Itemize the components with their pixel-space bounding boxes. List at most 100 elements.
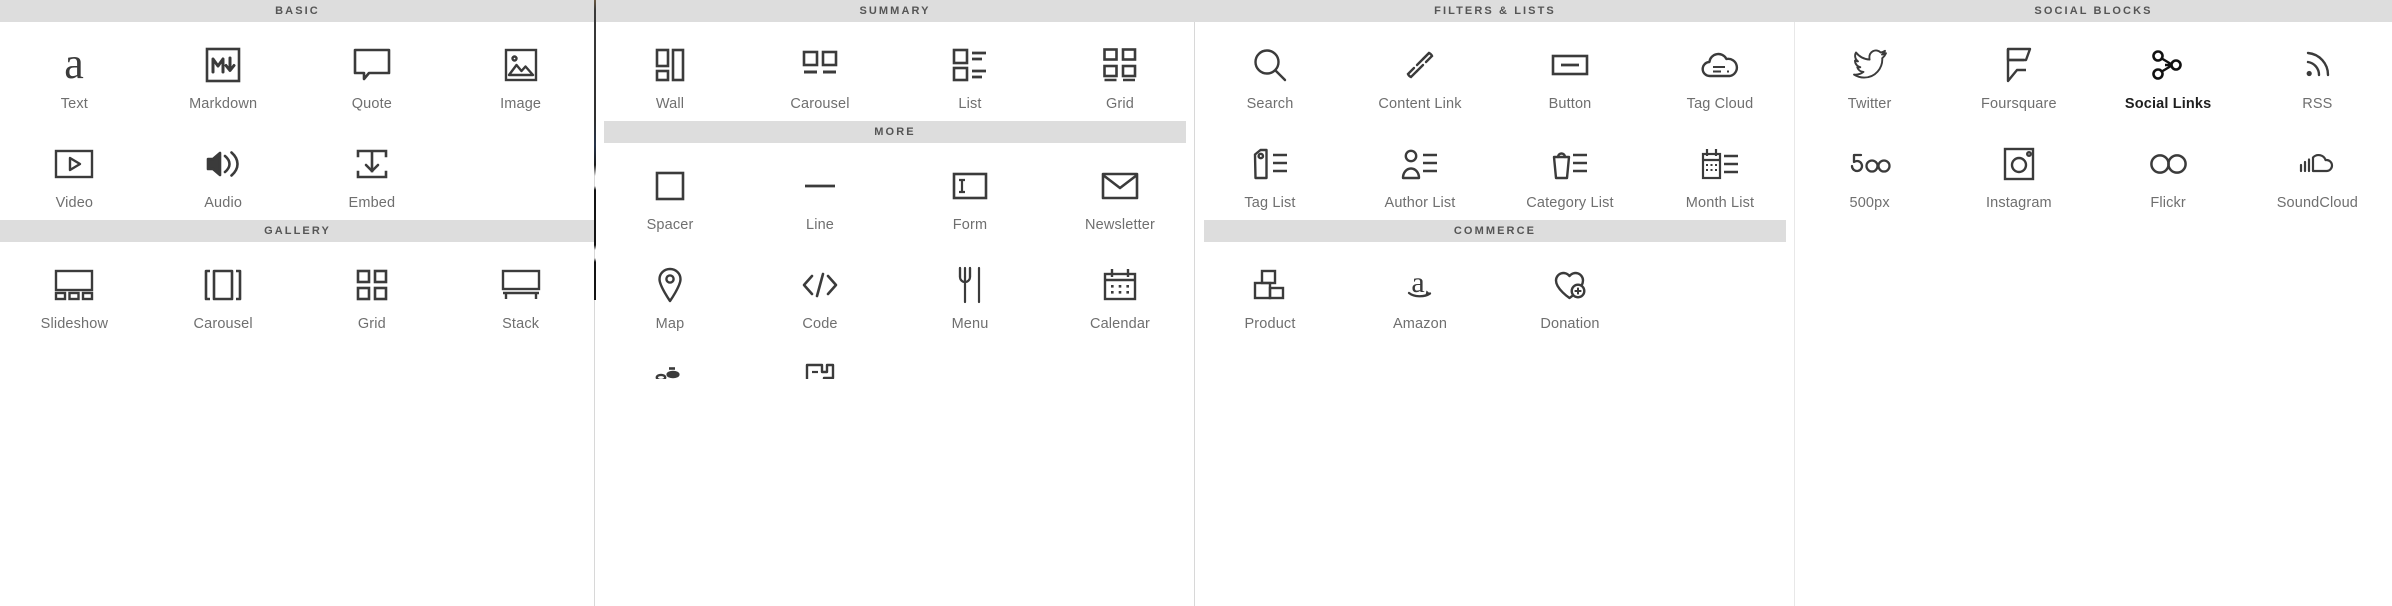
block-content-link[interactable]: Content Link bbox=[1345, 22, 1495, 121]
block-month-list[interactable]: Month List bbox=[1645, 121, 1795, 220]
block-label: Amazon bbox=[1392, 316, 1448, 332]
block-500px[interactable]: 500px bbox=[1795, 121, 1944, 220]
chart-bar-icon bbox=[790, 355, 850, 379]
block-markdown[interactable]: Markdown bbox=[149, 22, 298, 121]
block-twitter[interactable]: Twitter bbox=[1795, 22, 1944, 121]
block-button[interactable]: Button bbox=[1495, 22, 1645, 121]
block-calendar[interactable]: Calendar bbox=[1045, 242, 1195, 341]
block-summary-wall[interactable]: Wall bbox=[595, 22, 745, 121]
block-video[interactable]: Video bbox=[0, 121, 149, 220]
block-label: Audio bbox=[204, 195, 243, 211]
block-row: Product a Amazon Donation bbox=[1195, 242, 1795, 341]
block-row: Search Content Link Button Tag Cloud bbox=[1195, 22, 1795, 121]
block-audio[interactable]: Audio bbox=[149, 121, 298, 220]
block-rss[interactable]: RSS bbox=[2243, 22, 2392, 121]
block-row-partial bbox=[595, 341, 1195, 379]
block-label: Form bbox=[952, 217, 988, 233]
map-pin-icon bbox=[640, 262, 700, 308]
svg-text:a: a bbox=[1411, 266, 1424, 299]
block-text[interactable]: a Text bbox=[0, 22, 149, 121]
column-divider-3 bbox=[1794, 22, 1795, 606]
block-label: Embed bbox=[348, 195, 396, 211]
section-header-basic: BASIC bbox=[0, 0, 595, 22]
block-embed[interactable]: Embed bbox=[298, 121, 447, 220]
block-quote[interactable]: Quote bbox=[298, 22, 447, 121]
block-category-list[interactable]: Category List bbox=[1495, 121, 1645, 220]
block-summary-carousel[interactable]: Carousel bbox=[745, 22, 895, 121]
block-label: Author List bbox=[1384, 195, 1456, 211]
social-links-icon bbox=[2138, 42, 2198, 88]
form-icon bbox=[940, 163, 1000, 209]
block-row: a Text Markdown Quote Image bbox=[0, 22, 595, 121]
summary-grid-icon bbox=[1090, 42, 1150, 88]
block-label: Instagram bbox=[1985, 195, 2052, 211]
section-header-more: MORE bbox=[604, 121, 1186, 143]
block-summary-list[interactable]: List bbox=[895, 22, 1045, 121]
menu-fork-knife-icon bbox=[940, 262, 1000, 308]
block-instagram[interactable]: Instagram bbox=[1944, 121, 2093, 220]
block-tag-list[interactable]: Tag List bbox=[1195, 121, 1345, 220]
block-map[interactable]: Map bbox=[595, 242, 745, 341]
summary-wall-icon bbox=[640, 42, 700, 88]
newsletter-envelope-icon bbox=[1090, 163, 1150, 209]
product-boxes-icon bbox=[1240, 262, 1300, 308]
block-label: Quote bbox=[351, 96, 392, 112]
tag-cloud-icon bbox=[1690, 42, 1750, 88]
block-label: Line bbox=[805, 217, 834, 233]
block-flickr[interactable]: Flickr bbox=[2094, 121, 2243, 220]
column-social: SOCIAL BLOCKS Twitter Foursquare Social … bbox=[1795, 0, 2392, 606]
block-row: Spacer Line Form Newsletter bbox=[595, 143, 1195, 242]
block-spacer[interactable]: Spacer bbox=[595, 143, 745, 242]
section-header-summary: SUMMARY bbox=[595, 0, 1195, 22]
block-soundcloud[interactable]: SoundCloud bbox=[2243, 121, 2392, 220]
block-author-list[interactable]: Author List bbox=[1345, 121, 1495, 220]
block-gallery-grid[interactable]: Grid bbox=[298, 242, 447, 341]
block-line[interactable]: Line bbox=[745, 143, 895, 242]
foursquare-icon bbox=[1989, 42, 2049, 88]
column-divider-2 bbox=[1194, 22, 1195, 606]
block-label: Map bbox=[655, 316, 685, 332]
summary-list-icon bbox=[940, 42, 1000, 88]
block-donation[interactable]: Donation bbox=[1495, 242, 1645, 341]
gallery-grid-icon bbox=[342, 262, 402, 308]
block-label: Stack bbox=[502, 316, 540, 332]
block-label: Tag Cloud bbox=[1686, 96, 1754, 112]
line-icon bbox=[790, 163, 850, 209]
block-menu[interactable]: Menu bbox=[895, 242, 1045, 341]
block-foursquare[interactable]: Foursquare bbox=[1944, 22, 2093, 121]
block-stack[interactable]: Stack bbox=[446, 242, 595, 341]
block-label: Category List bbox=[1526, 195, 1614, 211]
block-social-links[interactable]: Social Links bbox=[2094, 22, 2243, 121]
block-form[interactable]: Form bbox=[895, 143, 1045, 242]
block-chart[interactable] bbox=[745, 341, 895, 379]
block-product[interactable]: Product bbox=[1195, 242, 1345, 341]
block-amazon[interactable]: a Amazon bbox=[1345, 242, 1495, 341]
block-code[interactable]: Code bbox=[745, 242, 895, 341]
author-list-icon bbox=[1390, 141, 1450, 187]
summary-carousel-icon bbox=[790, 42, 850, 88]
block-label: Newsletter bbox=[1085, 217, 1155, 233]
block-label: Donation bbox=[1540, 316, 1600, 332]
instagram-icon bbox=[1989, 141, 2049, 187]
block-image[interactable]: Image bbox=[446, 22, 595, 121]
block-row: Wall Carousel List Grid bbox=[595, 22, 1195, 121]
block-label: Product bbox=[1244, 316, 1296, 332]
month-list-icon bbox=[1690, 141, 1750, 187]
block-label: Flickr bbox=[2150, 195, 2186, 211]
block-tag-cloud[interactable]: Tag Cloud bbox=[1645, 22, 1795, 121]
slideshow-icon bbox=[44, 262, 104, 308]
gallery-carousel-icon bbox=[193, 262, 253, 308]
block-opentable[interactable] bbox=[595, 341, 745, 379]
block-row: 500px Instagram Flickr SoundCloud bbox=[1795, 121, 2392, 220]
vertical-scrollbar[interactable] bbox=[594, 0, 596, 300]
block-gallery-carousel[interactable]: Carousel bbox=[149, 242, 298, 341]
block-newsletter[interactable]: Newsletter bbox=[1045, 143, 1195, 242]
block-slideshow[interactable]: Slideshow bbox=[0, 242, 149, 341]
block-search[interactable]: Search bbox=[1195, 22, 1345, 121]
block-summary-grid[interactable]: Grid bbox=[1045, 22, 1195, 121]
code-brackets-icon bbox=[790, 262, 850, 308]
block-label: Foursquare bbox=[1981, 96, 2057, 112]
block-label: Carousel bbox=[193, 316, 253, 332]
text-a-icon: a bbox=[44, 39, 104, 88]
soundcloud-icon bbox=[2287, 141, 2347, 187]
